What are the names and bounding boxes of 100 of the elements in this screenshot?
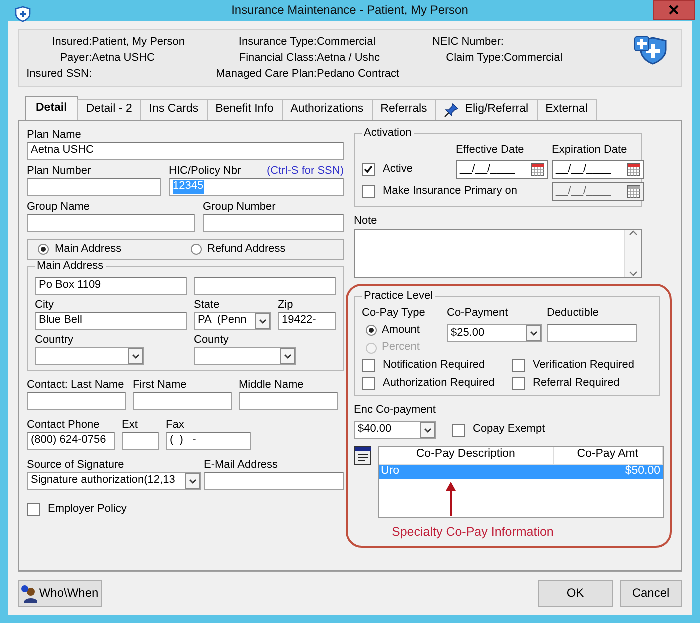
checkbox-label: Verification Required (533, 358, 635, 372)
checkbox[interactable] (512, 358, 525, 372)
field-label: E-Mail Address (204, 459, 279, 472)
info-value: Commercial (504, 52, 564, 66)
input-field[interactable] (27, 392, 126, 410)
info-value: Commercial (317, 36, 377, 50)
date-field[interactable]: __/__/____ (552, 160, 644, 179)
dropdown-field[interactable]: PA (Penn (194, 312, 271, 330)
checkbox[interactable] (512, 376, 525, 390)
input-field[interactable] (547, 324, 637, 342)
input-field[interactable] (133, 392, 232, 410)
caret-icon (530, 330, 538, 336)
checkbox-label: Authorization Required (383, 376, 495, 390)
radio-button[interactable] (190, 244, 202, 255)
info-label: Insured: (51, 36, 92, 50)
field-label: Country (35, 334, 75, 347)
column-header[interactable]: Co-Pay Amt (553, 447, 662, 464)
tab[interactable]: Elig/Referral (435, 99, 538, 120)
field-label: Expiration Date (552, 144, 628, 157)
column-header[interactable]: Co-Pay Description (379, 447, 554, 464)
tab[interactable]: Detail (25, 96, 78, 120)
field-label: Co-Pay Type (362, 307, 426, 320)
input-field[interactable] (239, 392, 338, 410)
input-field[interactable]: (800) 624-0756 (27, 432, 115, 450)
close-button[interactable] (653, 0, 695, 20)
input-field[interactable] (203, 214, 344, 232)
input-field[interactable] (27, 178, 161, 196)
info-label: Insured SSN: (26, 68, 92, 82)
input-field[interactable]: Aetna USHC (27, 142, 344, 160)
checkbox[interactable] (452, 424, 465, 436)
checkbox[interactable] (362, 185, 375, 198)
info-label: Claim Type: (445, 52, 504, 66)
field-label: Effective Date (456, 144, 526, 157)
tab[interactable]: Detail - 2 (77, 99, 142, 120)
pin-icon (444, 102, 460, 118)
button[interactable]: OK (538, 580, 613, 607)
checkbox[interactable] (362, 376, 375, 390)
dropdown-field[interactable]: $40.00 (354, 421, 436, 439)
caret-icon (132, 354, 140, 358)
info-label: Insurance Type: (238, 36, 317, 50)
input-field[interactable] (194, 277, 336, 295)
radio-button[interactable] (366, 325, 377, 336)
dropdown-field[interactable] (35, 347, 144, 365)
checkbox[interactable] (362, 163, 375, 176)
radio-label: Amount (382, 324, 420, 338)
input-field[interactable] (27, 214, 195, 232)
checkbox-label: Copay Exempt (473, 423, 546, 437)
shield-icon (14, 6, 32, 22)
dropdown-field[interactable]: Signature authorization(12,13 (27, 472, 201, 490)
button[interactable]: Cancel (620, 580, 682, 607)
field-label: First Name (133, 379, 188, 392)
field-label: Group Name (27, 201, 91, 214)
field-label: State (194, 299, 221, 312)
info-value: Aetna USHC (92, 52, 156, 66)
field-label: Contact Phone (27, 419, 101, 432)
input-field[interactable]: ( ) - (166, 432, 251, 450)
field-label: Plan Name (27, 129, 82, 142)
field-label: Contact: Last Name (27, 379, 126, 392)
hint-text: (Ctrl-S for SSN) (267, 165, 344, 178)
scroll-down-icon (628, 271, 638, 278)
input-field[interactable]: Po Box 1109 (35, 277, 187, 295)
field-label: Ext (122, 419, 139, 432)
note-field[interactable] (354, 229, 642, 278)
close-icon (669, 5, 679, 15)
checkbox[interactable] (27, 503, 40, 516)
checkbox-label: Notification Required (383, 358, 486, 372)
radio-button[interactable] (38, 244, 49, 255)
caret-icon (284, 354, 292, 358)
input-field[interactable] (122, 432, 159, 450)
checkbox-label: Make Insurance Primary on (383, 184, 518, 198)
button[interactable]: Who\When (18, 580, 102, 607)
field-label: HIC/Policy Nbr (169, 165, 242, 178)
checkbox[interactable] (362, 358, 375, 372)
input-field[interactable]: Blue Bell (35, 312, 187, 330)
annotation-text: Specialty Co-Pay Information (392, 525, 555, 540)
dropdown-field[interactable] (194, 347, 296, 365)
caret-icon (188, 478, 196, 484)
field-label: Co-Payment (447, 307, 510, 320)
annotation-arrow (445, 481, 457, 517)
field-label: Note (354, 215, 378, 228)
date-field[interactable]: __/__/____ (456, 160, 548, 179)
input-field[interactable]: 19422- (278, 312, 336, 330)
field-label: County (194, 334, 230, 347)
window-title: Insurance Maintenance - Patient, My Person (232, 3, 468, 18)
field-label: City (35, 299, 55, 312)
caret-icon (258, 318, 266, 324)
radio-label: Refund Address (208, 242, 286, 256)
info-label: Financial Class: (238, 52, 317, 66)
tab[interactable]: External (536, 99, 597, 120)
info-label: Payer: (59, 52, 92, 66)
info-value: Aetna / Ushc (317, 52, 381, 66)
person-icon (21, 584, 38, 602)
calendar-icon (531, 162, 545, 176)
checkbox-label: Active (383, 162, 413, 176)
notepad-icon (354, 446, 372, 466)
dropdown-field[interactable]: $25.00 (447, 324, 542, 342)
field-label: Source of Signature (27, 459, 126, 472)
field-label: Enc Co-payment (354, 404, 437, 417)
field-label: Deductible (547, 307, 600, 320)
input-field[interactable] (204, 472, 344, 490)
